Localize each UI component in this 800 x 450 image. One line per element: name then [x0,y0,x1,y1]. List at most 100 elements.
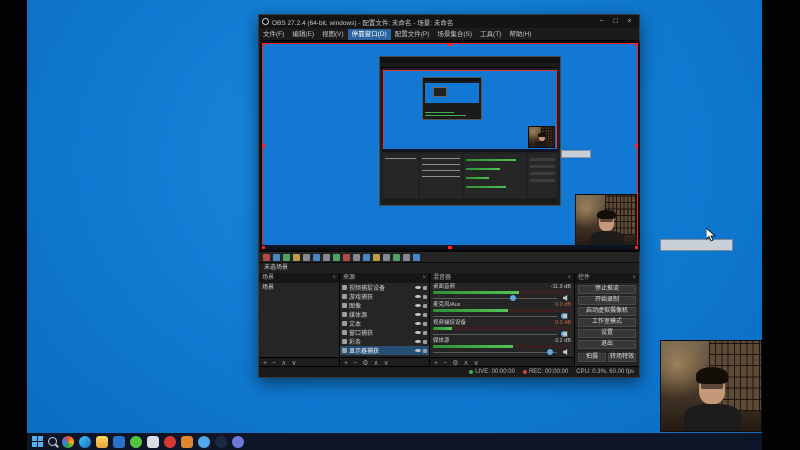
selection-handle[interactable] [262,43,265,46]
selection-handle[interactable] [635,246,638,249]
toolbar-icon[interactable] [343,254,350,261]
studio-mode-button[interactable]: 工作室模式 [578,318,636,327]
toolbar-icon[interactable] [323,254,330,261]
visibility-eye-icon[interactable] [415,322,421,325]
taskbar-app-icon[interactable] [198,436,210,448]
source-row[interactable]: 彩条 [340,337,429,346]
volume-slider-track[interactable] [433,334,557,335]
volume-slider-track[interactable] [433,352,557,353]
source-row[interactable]: 窗口捕获 [340,328,429,337]
toolbar-icon[interactable] [413,254,420,261]
close-button[interactable]: × [623,16,636,27]
dock-close-icon[interactable]: × [422,273,426,283]
lock-icon[interactable] [423,322,427,326]
maximize-button[interactable]: □ [609,16,622,27]
dock-close-icon[interactable]: × [632,273,636,283]
taskbar-app-icon[interactable] [147,436,159,448]
obs-preview-canvas[interactable] [260,41,640,251]
volume-slider-track[interactable] [433,298,557,299]
taskbar-app-icon[interactable] [232,436,244,448]
menu-profile[interactable]: 配置文件(P) [391,29,434,40]
menu-tools[interactable]: 工具(T) [476,29,505,40]
selection-handle[interactable] [448,43,452,46]
start-recording-button[interactable]: 开始录制 [578,296,636,305]
toolbar-icon[interactable] [353,254,360,261]
toolbar-icon[interactable] [273,254,280,261]
visibility-eye-icon[interactable] [415,340,421,343]
toolbar-icon[interactable] [333,254,340,261]
visibility-eye-icon[interactable] [415,313,421,316]
obs-window[interactable]: OBS 27.2.4 (64-bit, windows) - 配置文件: 未命名… [258,14,640,378]
source-row[interactable]: 图像 [340,301,429,310]
settings-button[interactable]: 设置 [578,329,636,338]
menu-edit[interactable]: 编辑(E) [288,29,318,40]
source-row[interactable]: 游戏捕获 [340,292,429,301]
display-capture-preview[interactable] [262,43,638,249]
toolbar-icon[interactable] [373,254,380,261]
toolbar-icon[interactable] [403,254,410,261]
selection-handle[interactable] [262,144,265,148]
lock-icon[interactable] [423,286,427,290]
selection-handle[interactable] [448,246,452,249]
toolbar-icon[interactable] [383,254,390,261]
exit-button[interactable]: 退出 [578,340,636,349]
stop-streaming-button[interactable]: 停止推流 [578,285,636,294]
toolbar-icon[interactable] [313,254,320,261]
menu-view[interactable]: 视图(V) [318,29,348,40]
visibility-eye-icon[interactable] [415,286,421,289]
lock-icon[interactable] [423,340,427,344]
virtual-camera-button[interactable]: 启动虚拟摄像机 [578,307,636,316]
windows-desktop[interactable]: OBS 27.2.4 (64-bit, windows) - 配置文件: 未命名… [27,0,762,450]
source-row[interactable]: 视频捕捉设备 [340,283,429,292]
selection-handle[interactable] [635,144,638,148]
source-row[interactable]: 媒体源 [340,310,429,319]
taskbar-app-icon[interactable] [96,436,108,448]
controls-dock-header[interactable]: 控件 × [575,273,639,283]
scenes-dock-header[interactable]: 场景 × [259,273,339,283]
taskbar-app-icon[interactable] [215,436,227,448]
toolbar-icon[interactable] [263,254,270,261]
menu-file[interactable]: 文件(F) [259,29,288,40]
menu-scene-collection[interactable]: 场景集合(S) [433,29,476,40]
speaker-icon[interactable] [563,349,569,355]
taskbar-app-icon[interactable] [62,436,74,448]
webcam-source-overlay[interactable] [575,194,637,247]
minimize-button[interactable]: − [595,16,608,27]
taskbar-app-icon[interactable] [181,436,193,448]
mixer-dock-header[interactable]: 混音器 × [430,273,574,283]
toolbar-icon[interactable] [303,254,310,261]
volume-slider-handle[interactable] [547,349,553,355]
lock-icon[interactable] [423,295,427,299]
obs-titlebar[interactable]: OBS 27.2.4 (64-bit, windows) - 配置文件: 未命名… [259,15,639,28]
toolbar-icon[interactable] [393,254,400,261]
transition-effects-button[interactable]: 转场特效 [608,353,636,362]
taskbar-app-icon[interactable] [130,436,142,448]
webcam-window[interactable] [660,340,762,432]
visibility-eye-icon[interactable] [415,349,421,352]
volume-slider-track[interactable] [433,316,557,317]
selection-handle[interactable] [262,246,265,249]
search-icon[interactable] [48,437,57,446]
menu-help[interactable]: 帮助(H) [505,29,535,40]
scene-item[interactable]: 场景 [259,283,339,293]
source-row-selected[interactable]: 显示器捕获 [340,346,429,355]
lock-icon[interactable] [423,313,427,317]
lock-icon[interactable] [423,304,427,308]
start-button[interactable] [32,436,43,447]
taskbar-app-icon[interactable] [79,436,91,448]
visibility-eye-icon[interactable] [415,295,421,298]
source-row[interactable]: 文本 [340,319,429,328]
lock-icon[interactable] [423,331,427,335]
taskbar-app-icon[interactable] [113,436,125,448]
toolbar-icon[interactable] [283,254,290,261]
snapshot-button[interactable]: 拍摄 [578,353,606,362]
toolbar-icon[interactable] [363,254,370,261]
menu-docks[interactable]: 停靠窗口(D) [348,29,391,40]
dock-close-icon[interactable]: × [332,273,336,283]
toolbar-icon[interactable] [293,254,300,261]
lock-icon[interactable] [423,349,427,353]
selection-handle[interactable] [635,43,638,46]
visibility-eye-icon[interactable] [415,304,421,307]
dock-close-icon[interactable]: × [567,273,571,283]
taskbar-app-icon[interactable] [164,436,176,448]
